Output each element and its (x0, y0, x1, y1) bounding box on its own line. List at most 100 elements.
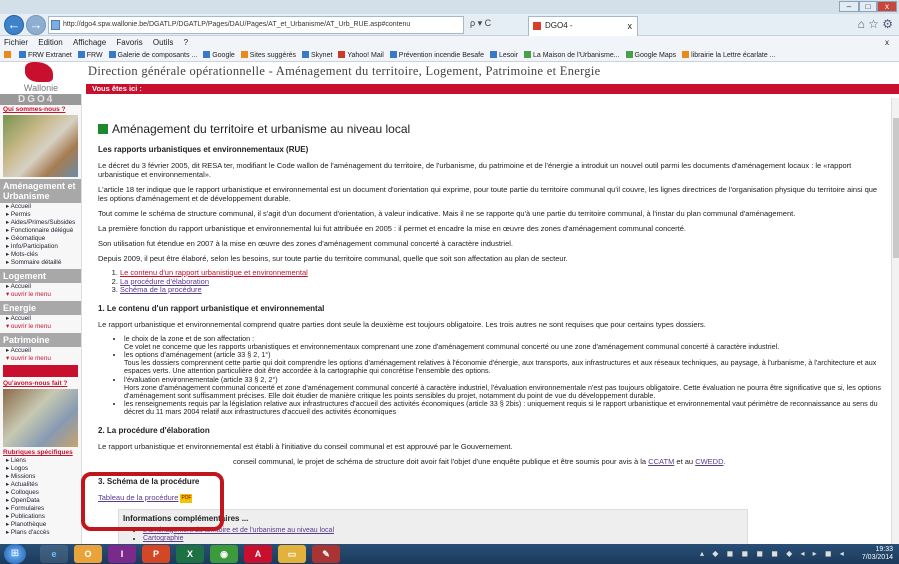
page-title: Aménagement du territoire et urbanisme a… (98, 122, 893, 136)
home-star-gear-icons[interactable]: ⌂ ☆ ⚙ (858, 17, 893, 31)
menu-close-icon[interactable]: x (885, 36, 889, 49)
maximize-button[interactable]: □ (859, 1, 877, 12)
search-refresh-controls[interactable]: ρ ▾ C (470, 18, 491, 29)
fav-librairie[interactable]: librairie la Lettre écarlate ... (691, 52, 775, 59)
paragraph: Tout comme le schéma de structure commun… (98, 209, 796, 218)
quavons-nous-fait-link[interactable]: Qu'avons-nous fait ? (0, 379, 81, 388)
taskbar-chrome-icon[interactable]: ◉ (210, 545, 238, 563)
sidebar-open-menu[interactable]: ▾ ouvrir le menu (0, 355, 81, 363)
sidebar-open-menu[interactable]: ▾ ouvrir le menu (0, 291, 81, 299)
sidebar-item[interactable]: ▸ Accueil (0, 347, 81, 355)
paragraph: Le rapport urbanistique et environnement… (98, 441, 513, 451)
list-item: les renseignements requis par la législa… (124, 399, 893, 416)
sidebar-item[interactable]: ▸ Accueil (0, 203, 81, 211)
taskbar-infopath-icon[interactable]: I (108, 545, 136, 563)
sidebar-item[interactable]: ▸ Formulaires (0, 505, 81, 513)
close-window-button[interactable]: x (877, 1, 897, 12)
fav-google[interactable]: Google (212, 52, 235, 59)
sidebar-item[interactable]: ▸ Planothèque (0, 521, 81, 529)
toc-link-3[interactable]: Schéma de la procédure (120, 285, 202, 294)
sidebar-item[interactable]: ▸ Publications (0, 513, 81, 521)
clock-time: 19:33 (875, 546, 893, 553)
rubriques-specifiques-link[interactable]: Rubriques spécifiques (0, 448, 81, 457)
fav-frw-extranet[interactable]: FRW Extranet (28, 52, 72, 59)
taskbar-ie-icon[interactable]: e (40, 545, 68, 563)
menu-favoris[interactable]: Favoris (116, 38, 142, 47)
fav-maps[interactable]: Google Maps (635, 52, 677, 59)
tab-title: DGO4 - (545, 21, 573, 30)
paragraph: conseil communal, le projet de schéma de… (233, 456, 726, 466)
sidebar-item[interactable]: ▸ Accueil (0, 283, 81, 291)
sidebar-item[interactable]: ▸ Mots-clés (0, 251, 81, 259)
section-energie[interactable]: Energie (0, 301, 81, 315)
menu-bar: Fichier Edition Affichage Favoris Outils… (0, 36, 899, 49)
paragraph: La première fonction du rapport urbanist… (98, 224, 687, 233)
taskbar-folder-icon[interactable]: ▭ (278, 545, 306, 563)
start-button[interactable]: ⊞ (4, 544, 26, 564)
paragraph: Depuis 2009, il peut être élaboré, selon… (98, 254, 568, 263)
menu-help[interactable]: ? (184, 38, 188, 47)
taskbar-powerpoint-icon[interactable]: P (142, 545, 170, 563)
sidebar-open-menu[interactable]: ▾ ouvrir le menu (0, 323, 81, 331)
menu-edition[interactable]: Edition (38, 38, 62, 47)
fav-yahoo[interactable]: Yahoo! Mail (347, 52, 383, 59)
ccatm-link[interactable]: CCATM (648, 457, 674, 466)
menu-fichier[interactable]: Fichier (4, 38, 28, 47)
fav-lesoir[interactable]: Lesoir (499, 52, 518, 59)
fav-besafe-icon (389, 51, 397, 58)
minimize-button[interactable]: – (839, 1, 859, 12)
fav-besafe[interactable]: Prévention incendie Besafe (399, 52, 484, 59)
favorites-bar: FRW Extranet FRW Galerie de composants .… (0, 49, 899, 62)
sidebar-item[interactable]: ▸ Missions (0, 473, 81, 481)
section-amenagement[interactable]: Aménagement et Urbanisme (0, 179, 81, 203)
cwedd-link[interactable]: CWEDD (695, 457, 723, 466)
sidebar-item[interactable]: ▸ Aides/Primes/Subsides (0, 219, 81, 227)
fav-frw[interactable]: FRW (87, 52, 103, 59)
section-logement[interactable]: Logement (0, 269, 81, 283)
section-patrimoine[interactable]: Patrimoine (0, 333, 81, 347)
fav-galerie[interactable]: Galerie de composants ... (118, 52, 198, 59)
sidebar-item[interactable]: ▸ Géomatique (0, 235, 81, 243)
taskbar-excel-icon[interactable]: X (176, 545, 204, 563)
fav-skynet-icon (302, 51, 310, 58)
menu-affichage[interactable]: Affichage (73, 38, 106, 47)
clock-date: 7/03/2014 (861, 554, 893, 561)
fav-sites[interactable]: Sites suggérés (250, 52, 296, 59)
sidebar-item[interactable]: ▸ Fonctionnaire délégué (0, 227, 81, 235)
scrollbar-thumb[interactable] (893, 118, 899, 258)
browser-tab[interactable]: DGO4 - x (528, 16, 638, 36)
toc-list: Le contenu d'un rapport urbanistique et … (120, 268, 893, 295)
sidebar-item[interactable]: ▸ Info/Participation (0, 243, 81, 251)
sidebar-item[interactable]: ▸ Accueil (0, 315, 81, 323)
sidebar-item[interactable]: ▸ OpenData (0, 497, 81, 505)
sidebar-item[interactable]: ▸ Sommaire détaillé (0, 259, 81, 267)
fav-maison[interactable]: La Maison de l'Urbanisme... (533, 52, 620, 59)
forward-button[interactable]: → (26, 15, 46, 35)
tab-close-icon[interactable]: x (628, 17, 633, 35)
menu-outils[interactable]: Outils (153, 38, 173, 47)
promo-banner[interactable] (3, 365, 78, 377)
vertical-scrollbar[interactable] (891, 98, 899, 544)
sidebar-item[interactable]: ▸ Liens (0, 457, 81, 465)
sidebar-item[interactable]: ▸ Logos (0, 465, 81, 473)
sidebar-item[interactable]: ▸ Permis (0, 211, 81, 219)
sidebar-item[interactable]: ▸ Actualités (0, 481, 81, 489)
fav-maps-icon (625, 51, 633, 58)
wallonie-logo[interactable]: Wallonie (2, 62, 80, 94)
clock[interactable]: 19:33 7/03/2014 (862, 546, 893, 562)
photo-collage (3, 115, 78, 177)
dgo4-banner: DGO4 (0, 94, 81, 105)
fav-sites-icon (240, 51, 248, 58)
taskbar-outlook-icon[interactable]: O (74, 545, 102, 563)
sidebar-item[interactable]: ▸ Colloques (0, 489, 81, 497)
taskbar-pdf-icon[interactable]: ✎ (312, 545, 340, 563)
info-link-2[interactable]: Cartographie (143, 535, 183, 542)
taskbar-acrobat-icon[interactable]: A (244, 545, 272, 563)
back-button[interactable]: ← (4, 15, 24, 35)
paragraph: Le rapport urbanistique et environnement… (98, 319, 706, 329)
system-tray-icons[interactable]: ▴ ◆ ◼ ◼ ◼ ◼ ◆ ◂ ▸ ◼ ◂ (700, 549, 847, 558)
qui-sommes-nous-link[interactable]: Qui sommes-nous ? (0, 105, 81, 114)
sidebar-item[interactable]: ▸ Plans d'accès (0, 529, 81, 537)
fav-skynet[interactable]: Skynet (311, 52, 332, 59)
address-bar[interactable]: http://dgo4.spw.wallonie.be/DGATLP/DGATL… (48, 16, 464, 34)
